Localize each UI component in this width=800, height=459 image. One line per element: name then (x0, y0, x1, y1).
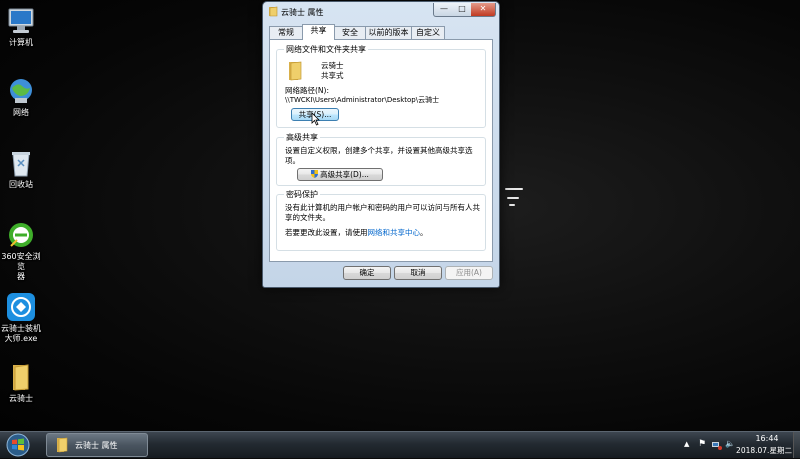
group-title: 网络文件和文件夹共享 (284, 44, 368, 55)
light-streak (505, 188, 523, 190)
network-icon (6, 76, 36, 106)
advanced-sharing-description: 设置自定义权限，创建多个共享，并设置其他高级共享选项。 (285, 146, 473, 165)
desktop-icon-yunqishi-folder[interactable]: 云骑士 (0, 362, 42, 404)
clock-time[interactable]: 16:44 (747, 434, 787, 443)
maximize-button[interactable]: □ (453, 3, 472, 17)
desktop-icon-label: 360安全浏览 器 (1, 252, 41, 281)
desktop-icon-360-browser[interactable]: 360安全浏览 器 (0, 220, 42, 282)
taskbar-item-properties[interactable]: 云骑士 属性 (46, 433, 148, 457)
folder-icon (55, 437, 69, 453)
desktop-icon-yunqishi-installer[interactable]: 云骑士装机 大师.exe (0, 292, 42, 344)
tab-previous-versions[interactable]: 以前的版本 (365, 26, 412, 39)
desktop-icon-label: 回收站 (9, 180, 33, 189)
browser-360-icon (6, 220, 36, 250)
share-status: 共享式 (321, 71, 344, 80)
group-title: 高级共享 (284, 132, 320, 143)
yunqishi-installer-icon (6, 292, 36, 322)
password-change-text: 若要更改此设置，请使用网络和共享中心。 (285, 228, 428, 238)
cursor-pointer-icon (311, 112, 320, 126)
password-protection-description: 没有此计算机的用户帐户和密码的用户可以访问与所有人共享的文件夹。 (285, 203, 480, 222)
network-tray-icon[interactable] (712, 440, 722, 450)
folder-icon (268, 6, 278, 17)
sharing-tab-panel: 网络文件和文件夹共享 云骑士 共享式 网络路径(N): \\TWCKI\User… (269, 39, 493, 262)
desktop-icon-label: 云骑士 (9, 394, 33, 403)
password-change-suffix: 。 (420, 228, 428, 237)
start-button[interactable] (2, 433, 38, 457)
properties-dialog: 云骑士 属性 — □ ✕ 常规 共享 安全 以前的版本 自定义 网络文件和文件夹… (262, 1, 500, 288)
advanced-sharing-button-label: 高级共享(D)... (320, 170, 369, 179)
password-change-prefix: 若要更改此设置，请使用 (285, 228, 368, 237)
advanced-sharing-group: 高级共享 设置自定义权限，创建多个共享，并设置其他高级共享选项。 高级共享(D)… (276, 132, 486, 186)
taskbar-item-label: 云骑士 属性 (75, 441, 118, 450)
ok-button[interactable]: 确定 (343, 266, 391, 280)
recycle-bin-icon (6, 148, 36, 178)
action-center-flag-icon[interactable]: ⚑ (698, 439, 706, 449)
shared-folder-name: 云骑士 (321, 61, 344, 70)
dialog-title: 云骑士 属性 (281, 8, 324, 17)
password-protection-group: 密码保护 没有此计算机的用户帐户和密码的用户可以访问与所有人共享的文件夹。 若要… (276, 189, 486, 251)
light-streak (509, 204, 515, 206)
tab-customize[interactable]: 自定义 (411, 26, 445, 39)
clock-date[interactable]: 2018.07.星期二 (732, 445, 796, 456)
folder-icon (286, 61, 304, 81)
light-streak (507, 197, 519, 199)
network-sharing-group: 网络文件和文件夹共享 云骑士 共享式 网络路径(N): \\TWCKI\User… (276, 44, 486, 128)
tab-strip: 常规 共享 安全 以前的版本 自定义 (269, 24, 493, 40)
dialog-titlebar[interactable]: 云骑士 属性 — □ ✕ (263, 2, 499, 22)
cancel-button[interactable]: 取消 (394, 266, 442, 280)
desktop-icon-label: 云骑士装机 大师.exe (1, 324, 41, 343)
minimize-button[interactable]: — (433, 3, 455, 17)
advanced-sharing-button[interactable]: 高级共享(D)... (297, 168, 383, 181)
group-title: 密码保护 (284, 189, 320, 200)
folder-icon (6, 362, 36, 392)
tab-security[interactable]: 安全 (334, 26, 366, 39)
tab-general[interactable]: 常规 (269, 26, 303, 39)
show-hidden-icons-chevron-icon[interactable]: ▲ (684, 440, 689, 448)
shield-icon (311, 170, 319, 178)
tab-sharing[interactable]: 共享 (302, 24, 335, 40)
show-desktop-button[interactable] (793, 432, 800, 458)
network-sharing-center-link[interactable]: 网络和共享中心 (368, 228, 421, 237)
taskbar: 云骑士 属性 ▲ ⚑ 🔈 16:44 2018.07.星期二 (0, 431, 800, 458)
close-button[interactable]: ✕ (471, 3, 496, 17)
desktop-icon-network[interactable]: 网络 (0, 76, 42, 118)
computer-icon (6, 6, 36, 36)
desktop-icon-recycle-bin[interactable]: 回收站 (0, 148, 42, 190)
desktop-icon-label: 计算机 (9, 38, 33, 47)
desktop-icon-computer[interactable]: 计算机 (0, 6, 42, 48)
network-path-value: \\TWCKI\Users\Administrator\Desktop\云骑士 (285, 96, 440, 104)
apply-button[interactable]: 应用(A) (445, 266, 493, 280)
desktop-icon-label: 网络 (13, 108, 29, 117)
